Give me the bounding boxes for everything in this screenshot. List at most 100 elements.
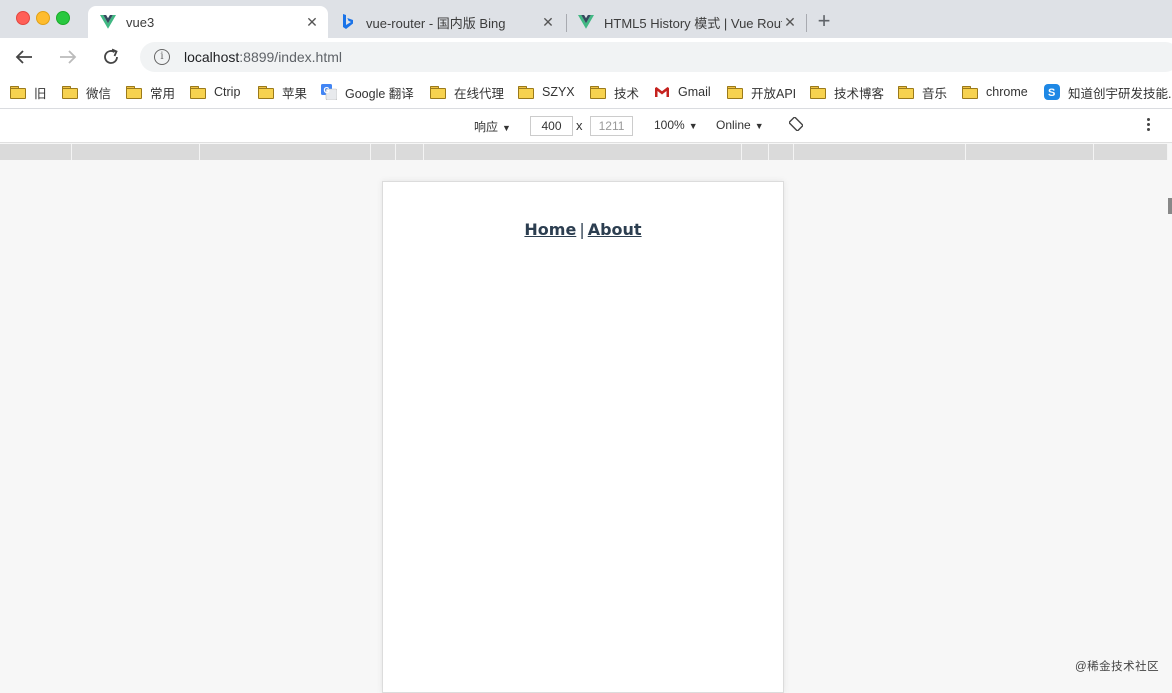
dropdown-arrow-icon: ▼	[754, 121, 764, 131]
url-host: localhost	[184, 49, 240, 65]
svg-text:S: S	[1048, 87, 1055, 99]
tab-vue-router-docs[interactable]: HTML5 History 模式 | Vue Rout ✕	[566, 6, 806, 38]
vue-logo-icon	[100, 14, 116, 30]
ruler-segment[interactable]	[769, 144, 794, 160]
bookmarks-bar: 旧 微信 常用 Ctrip 苹果 G Google 翻译 在线代理 SZYX 技…	[0, 76, 1172, 109]
folder-icon	[810, 86, 826, 99]
bookmark-label: 音乐	[922, 86, 948, 101]
device-mode-dropdown[interactable]: 响应 ▼	[474, 118, 511, 135]
address-bar[interactable]: i localhost:8899/index.html	[140, 42, 1172, 72]
window-minimize-button[interactable]	[36, 11, 50, 25]
folder-icon	[126, 86, 142, 99]
bookmark-label: Gmail	[678, 85, 711, 99]
window-maximize-button[interactable]	[56, 11, 70, 25]
bookmark-gmail[interactable]: Gmail	[654, 82, 711, 102]
folder-icon	[258, 86, 274, 99]
close-tab-icon[interactable]: ✕	[304, 14, 320, 30]
ruler-segment[interactable]	[794, 144, 966, 160]
network-label: Online	[716, 118, 751, 132]
ruler-segment[interactable]	[742, 144, 769, 160]
tab-bing[interactable]: vue-router - 国内版 Bing ✕	[328, 6, 564, 38]
bookmark-folder[interactable]: 微信	[62, 82, 111, 102]
zoom-label: 100%	[654, 118, 685, 132]
svg-text:G: G	[324, 86, 330, 95]
arrow-right-icon	[60, 50, 77, 64]
bookmark-label: Ctrip	[214, 85, 241, 99]
bookmark-label: Google 翻译	[345, 86, 414, 101]
vue-logo-icon	[578, 14, 594, 30]
dimension-times-label: x	[576, 118, 583, 133]
bookmark-label: 技术博客	[834, 86, 885, 101]
dropdown-arrow-icon: ▼	[688, 121, 698, 131]
device-mode-label: 响应	[474, 120, 499, 134]
watermark-text: @稀金技术社区	[1075, 661, 1160, 673]
bookmark-folder[interactable]: 常用	[126, 82, 175, 102]
dropdown-arrow-icon: ▼	[502, 123, 511, 133]
close-tab-icon[interactable]: ✕	[540, 14, 556, 30]
bookmark-knownsec[interactable]: S 知道创宇研发技能...	[1044, 82, 1172, 102]
rotate-icon[interactable]	[788, 116, 804, 132]
folder-icon	[62, 86, 78, 99]
network-throttle-dropdown[interactable]: Online ▼	[716, 118, 764, 132]
tab-title: vue-router - 国内版 Bing	[366, 15, 506, 31]
viewport-height-input[interactable]: 1211	[590, 116, 633, 136]
ruler-segment[interactable]	[72, 144, 200, 160]
bookmark-folder[interactable]: chrome	[962, 82, 1028, 102]
bookmark-label: 技术	[614, 86, 640, 101]
ruler-segment[interactable]	[424, 144, 742, 160]
bookmark-google-translate[interactable]: G Google 翻译	[321, 82, 414, 102]
bookmark-folder[interactable]: 旧	[10, 82, 47, 102]
folder-icon	[727, 86, 743, 99]
more-options-icon[interactable]	[1140, 117, 1156, 133]
folder-icon	[10, 86, 26, 99]
back-button[interactable]	[13, 46, 35, 68]
url-path: :8899/index.html	[239, 49, 342, 65]
ruler-segment[interactable]	[966, 144, 1094, 160]
new-tab-button[interactable]: +	[814, 10, 834, 32]
window-close-button[interactable]	[16, 11, 30, 25]
bookmark-folder[interactable]: 苹果	[258, 82, 307, 102]
zoom-dropdown[interactable]: 100% ▼	[654, 118, 698, 132]
site-info-icon[interactable]: i	[154, 49, 170, 65]
tab-separator	[806, 14, 807, 32]
bookmark-label: 知道创宇研发技能...	[1068, 86, 1172, 101]
ruler-segment[interactable]	[1094, 144, 1168, 160]
tab-strip: vue3 ✕ vue-router - 国内版 Bing ✕ HTML5 His…	[0, 0, 1172, 38]
about-link[interactable]: About	[588, 220, 642, 239]
bookmark-folder[interactable]: 技术博客	[810, 82, 884, 102]
reload-button[interactable]	[100, 46, 122, 68]
bookmark-folder[interactable]: Ctrip	[190, 82, 240, 102]
arrow-left-icon	[15, 50, 32, 64]
forward-button[interactable]	[57, 46, 79, 68]
home-link[interactable]: Home	[524, 220, 576, 239]
ruler-segment[interactable]	[200, 144, 371, 160]
nav-separator: |	[579, 220, 585, 239]
folder-icon	[898, 86, 914, 99]
page-nav: Home | About	[383, 220, 783, 239]
ruler-segment[interactable]	[0, 144, 72, 160]
google-translate-icon: G	[321, 84, 338, 101]
knownsec-icon: S	[1044, 84, 1060, 100]
ruler-segment[interactable]	[371, 144, 396, 160]
gmail-icon	[654, 84, 670, 100]
bookmark-folder[interactable]: 音乐	[898, 82, 947, 102]
tab-title: HTML5 History 模式 | Vue Rout	[604, 15, 782, 31]
bookmark-folder[interactable]: 开放API	[727, 82, 796, 102]
tab-vue3[interactable]: vue3 ✕	[88, 6, 328, 38]
bookmark-folder[interactable]: 在线代理	[430, 82, 504, 102]
reload-icon	[104, 48, 118, 64]
folder-icon	[518, 86, 534, 99]
url-text[interactable]: localhost:8899/index.html	[184, 49, 342, 65]
browser-toolbar: i localhost:8899/index.html	[0, 38, 1172, 76]
bing-icon	[340, 14, 356, 30]
folder-icon	[962, 86, 978, 99]
tab-title: vue3	[126, 14, 155, 30]
bookmark-folder[interactable]: 技术	[590, 82, 639, 102]
bookmark-folder[interactable]: SZYX	[518, 82, 575, 102]
ruler-segment[interactable]	[396, 144, 424, 160]
bookmark-label: 开放API	[751, 86, 797, 101]
bookmark-label: 在线代理	[454, 86, 505, 101]
close-tab-icon[interactable]: ✕	[782, 14, 798, 30]
scrollbar-thumb[interactable]	[1168, 198, 1172, 214]
viewport-width-input[interactable]: 400	[530, 116, 573, 136]
